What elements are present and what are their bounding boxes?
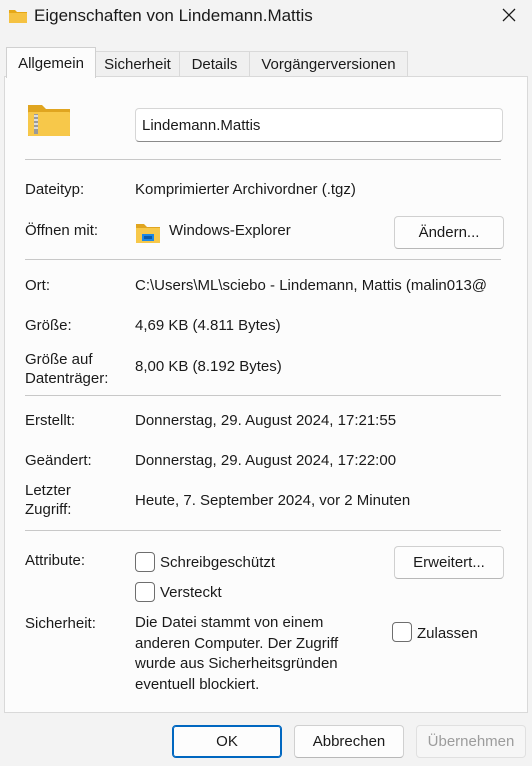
file-name-input[interactable] <box>135 108 503 142</box>
created-value: Donnerstag, 29. August 2024, 17:21:55 <box>135 412 397 429</box>
tab-previous-versions[interactable]: Vorgängerversionen <box>249 51 408 77</box>
change-button[interactable]: Ändern... <box>394 216 504 249</box>
created-label: Erstellt: <box>25 412 76 429</box>
hidden-checkbox[interactable] <box>135 582 155 602</box>
location-label: Ort: <box>25 277 50 294</box>
close-button[interactable] <box>490 0 528 34</box>
modified-label: Geändert: <box>25 452 92 469</box>
divider <box>25 530 501 531</box>
readonly-checkbox[interactable] <box>135 552 155 572</box>
folder-icon <box>8 8 28 24</box>
tab-general[interactable]: Allgemein <box>6 47 96 78</box>
readonly-label: Schreibgeschützt <box>160 554 276 571</box>
unblock-checkbox[interactable] <box>392 622 412 642</box>
zip-folder-icon <box>26 102 72 138</box>
cancel-button[interactable]: Abbrechen <box>294 725 404 758</box>
explorer-folder-icon <box>135 221 161 245</box>
title-bar: Eigenschaften von Lindemann.Mattis <box>0 0 532 36</box>
size-on-disk-value: 8,00 KB (8.192 Bytes) <box>135 358 282 375</box>
open-with-value: Windows-Explorer <box>169 222 291 239</box>
window-title: Eigenschaften von Lindemann.Mattis <box>34 6 313 25</box>
file-type-label: Dateityp: <box>25 181 85 198</box>
divider <box>25 259 501 260</box>
ok-button[interactable]: OK <box>172 725 282 758</box>
security-message: Die Datei stammt von einem anderen Compu… <box>135 614 339 693</box>
accessed-label: Letzter Zugriff: <box>25 482 72 518</box>
open-with-label: Öffnen mit: <box>25 222 99 239</box>
size-on-disk-label: Größe auf Datenträger: <box>25 351 109 387</box>
attributes-label: Attribute: <box>25 552 86 569</box>
file-type-value: Komprimierter Archivordner (.tgz) <box>135 181 356 198</box>
tab-details[interactable]: Details <box>179 51 250 77</box>
divider <box>25 395 501 396</box>
size-label: Größe: <box>25 317 72 334</box>
location-value: C:\Users\ML\sciebo - Lindemann, Mattis (… <box>135 277 488 294</box>
unblock-label: Zulassen <box>417 625 478 642</box>
size-value: 4,69 KB (4.811 Bytes) <box>135 317 281 334</box>
accessed-value: Heute, 7. September 2024, vor 2 Minuten <box>135 492 411 509</box>
advanced-button[interactable]: Erweitert... <box>394 546 504 579</box>
divider <box>25 159 501 160</box>
hidden-label: Versteckt <box>160 584 222 601</box>
modified-value: Donnerstag, 29. August 2024, 17:22:00 <box>135 452 397 469</box>
security-label: Sicherheit: <box>25 615 96 632</box>
apply-button[interactable]: Übernehmen <box>416 725 526 758</box>
tab-security[interactable]: Sicherheit <box>95 51 180 77</box>
close-icon <box>502 8 516 26</box>
